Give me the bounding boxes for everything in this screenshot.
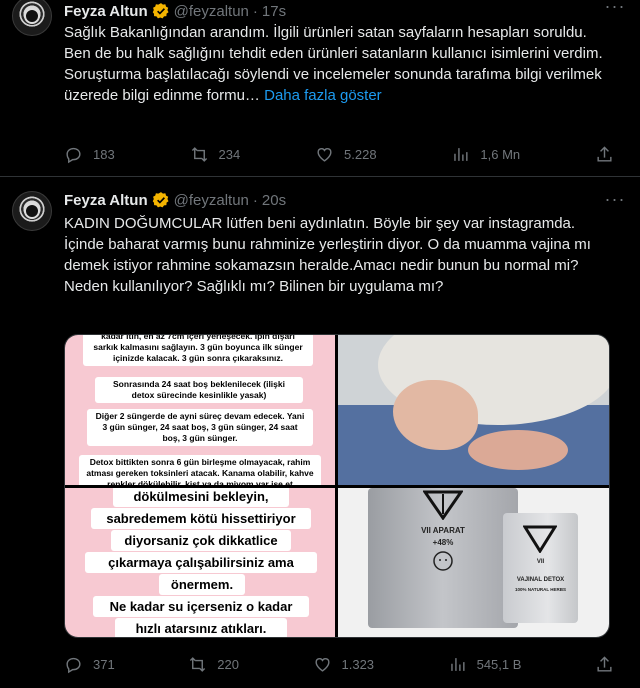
- views-button[interactable]: 1,6 Mn: [451, 145, 520, 164]
- media-text-line: sabredemem kötü hissettiriyor: [91, 508, 311, 529]
- separator-dot: ·: [252, 2, 258, 20]
- tweet-1[interactable]: Feyza Altun @feyzaltun · 17s ··· Sağlık …: [0, 0, 640, 175]
- views-icon: [454, 147, 468, 161]
- product-brand: VII: [536, 559, 545, 565]
- verified-badge-icon: [152, 3, 169, 19]
- repost-count: 234: [218, 146, 241, 162]
- reply-icon: [66, 657, 81, 673]
- repost-icon: [191, 146, 207, 162]
- more-options-icon[interactable]: ···: [604, 0, 626, 20]
- product-pouch-large: VII APARAT +48%: [368, 488, 518, 628]
- media-text-line: Ne kadar su içerseniz o kadar: [93, 596, 309, 617]
- heart-icon: [314, 657, 330, 672]
- media-text-line: dökülmesini bekleyin,: [113, 488, 289, 507]
- reply-count: 371: [93, 656, 115, 672]
- show-more-link[interactable]: Daha fazla göster: [264, 87, 382, 104]
- repost-count: 220: [217, 656, 239, 672]
- repost-button[interactable]: 234: [190, 145, 241, 164]
- views-icon: [450, 657, 465, 671]
- author-name[interactable]: Feyza Altun: [64, 192, 148, 209]
- media-image-product[interactable]: VII APARAT +48% VII VAJINAL DETOX 100% N…: [338, 488, 609, 637]
- product-percent: +48%: [432, 538, 454, 547]
- share-icon: [597, 145, 612, 162]
- product-subtitle: 100% NATURAL HERBS: [514, 587, 567, 592]
- share-button[interactable]: [595, 145, 614, 164]
- like-count: 5.228: [344, 146, 377, 162]
- media-text-line: Detox bittikten sonra 6 gün birleşme olm…: [79, 455, 321, 485]
- media-image-text-1[interactable]: kadar itin, en az 7cm içeri yerleşecek. …: [65, 335, 335, 485]
- media-text-line: Diğer 2 süngerde de ayni süreç devam ede…: [87, 409, 313, 446]
- like-button[interactable]: 5.228: [315, 145, 377, 164]
- more-options-icon[interactable]: ···: [604, 190, 626, 213]
- verified-badge-icon: [152, 192, 169, 208]
- separator-dot: ·: [252, 191, 258, 209]
- triangle-logo-icon: [423, 490, 463, 520]
- views-button[interactable]: 545,1 B: [448, 655, 522, 674]
- tweet-text: Sağlık Bakanlığından arandım. İlgili ürü…: [64, 22, 604, 106]
- tweet-media-grid[interactable]: kadar itin, en az 7cm içeri yerleşecek. …: [64, 334, 610, 638]
- reply-button[interactable]: 183: [64, 145, 115, 164]
- media-image-photo[interactable]: [338, 335, 609, 485]
- baby-icon: [433, 551, 453, 571]
- product-title: VAJINAL DETOX: [516, 577, 565, 583]
- author-handle[interactable]: @feyzaltun: [174, 3, 249, 20]
- tweet-header: Feyza Altun @feyzaltun · 17s: [64, 2, 286, 20]
- media-text-line: önermem.: [159, 574, 245, 595]
- repost-button[interactable]: 220: [188, 655, 239, 674]
- media-text-line: Sonrasında 24 saat boş beklenilecek (ili…: [95, 377, 303, 403]
- media-text-line: kadar itin, en az 7cm içeri yerleşecek. …: [83, 335, 313, 366]
- media-text-line: diyorsaniz çok dikkatlice: [111, 530, 291, 551]
- view-count: 1,6 Mn: [480, 146, 521, 162]
- reply-button[interactable]: 371: [64, 655, 115, 674]
- repost-icon: [190, 656, 206, 672]
- author-handle[interactable]: @feyzaltun: [174, 192, 249, 209]
- view-count: 545,1 B: [476, 656, 522, 672]
- heart-icon: [317, 147, 332, 162]
- avatar[interactable]: [12, 191, 52, 231]
- tweet-actions: 183 234 5.228 1,6 Mn: [64, 144, 614, 164]
- tweet-actions: 371 220 1.323 545,1 B: [64, 654, 614, 674]
- triangle-logo-icon: [523, 525, 557, 553]
- media-image-text-2[interactable]: dökülmesini bekleyin, sabredemem kötü hi…: [65, 488, 335, 637]
- tweet-body: KADIN DOĞUMCULAR lütfen beni aydınlatın.…: [64, 215, 591, 295]
- product-brand: VII APARAT: [421, 526, 465, 535]
- share-button[interactable]: [595, 655, 614, 674]
- tweet-time[interactable]: 17s: [262, 3, 286, 20]
- reply-count: 183: [93, 146, 115, 162]
- author-name[interactable]: Feyza Altun: [64, 3, 148, 20]
- tweet-header: Feyza Altun @feyzaltun · 20s: [64, 191, 286, 209]
- like-count: 1.323: [341, 656, 375, 672]
- avatar[interactable]: [12, 0, 52, 36]
- like-button[interactable]: 1.323: [313, 655, 375, 674]
- tweet-time[interactable]: 20s: [262, 192, 286, 209]
- tweet-text: KADIN DOĞUMCULAR lütfen beni aydınlatın.…: [64, 213, 604, 297]
- media-text-line: çıkarmaya çalışabilirsiniz ama: [85, 552, 317, 573]
- share-icon: [597, 655, 612, 672]
- product-pouch-small: VII VAJINAL DETOX 100% NATURAL HERBS: [503, 513, 578, 623]
- reply-icon: [66, 147, 81, 163]
- media-text-line: hızlı atarsınız atıkları.: [115, 618, 287, 637]
